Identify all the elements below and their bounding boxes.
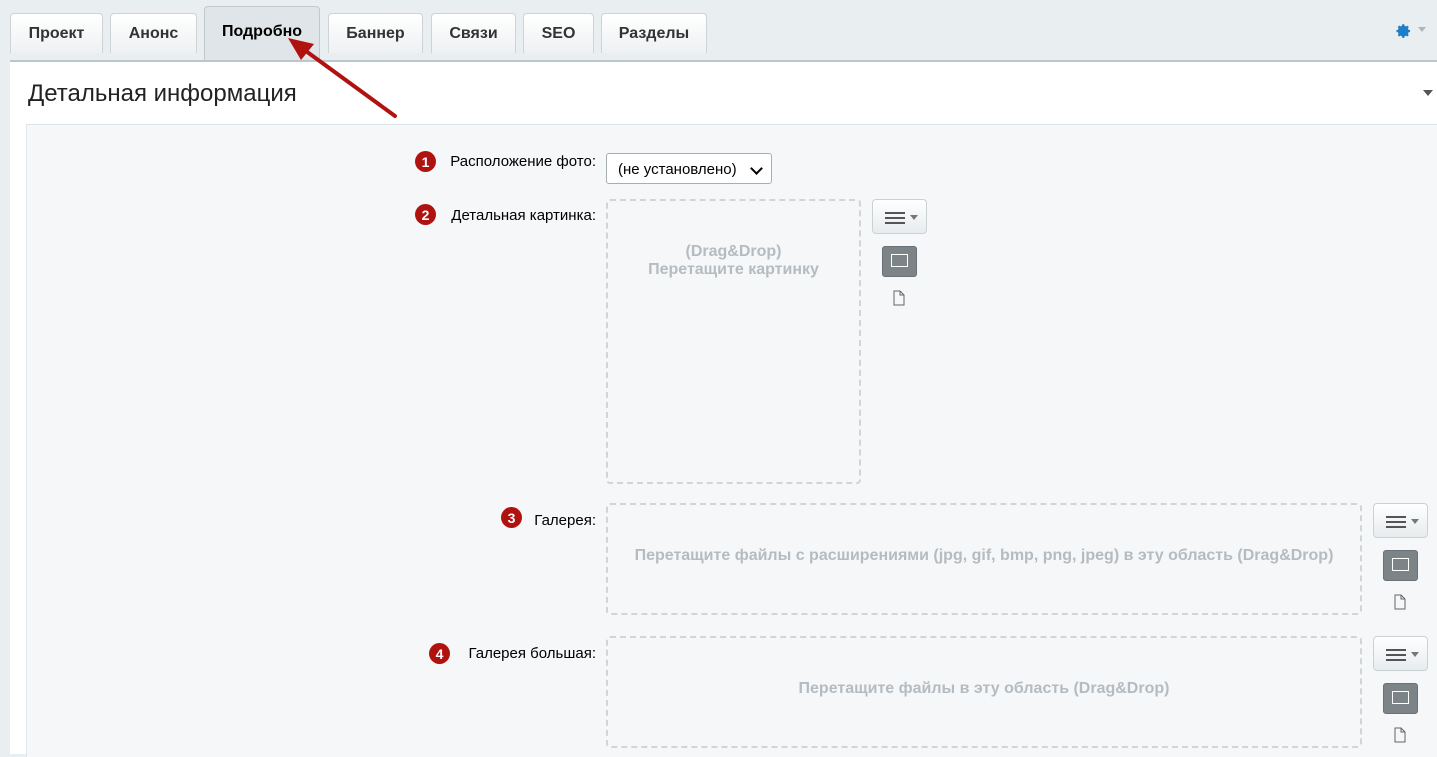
settings-caret-icon[interactable] [1418,27,1426,32]
collapse-caret-icon[interactable] [1423,90,1433,96]
dropzone-hint-text: Перетащите картинку [648,261,819,278]
annotation-marker-1: 1 [415,151,436,172]
gallery-label: Галерея: [534,512,596,529]
photo-position-label: Расположение фото: [450,153,596,170]
gallery-dropzone-text: Перетащите файлы с расширениями (jpg, gi… [634,547,1334,564]
menu-icon [1386,649,1406,664]
tab-bar: Проект Анонс Подробно Баннер Связи SEO Р… [0,0,1437,60]
gallery-big-dropzone[interactable]: Перетащите файлы в эту область (Drag&Dro… [606,636,1362,748]
detail-image-menu-button[interactable] [872,199,927,234]
tab-announce[interactable]: Анонс [110,13,197,53]
detail-image-gallery-button[interactable] [882,246,917,277]
dropzone-dragdrop-text: (Drag&Drop) [685,243,782,260]
gallery-big-label: Галерея большая: [468,645,596,662]
caret-down-icon [1411,519,1419,524]
caret-down-icon [910,215,918,220]
gallery-big-menu-button[interactable] [1373,636,1428,671]
gear-icon[interactable] [1394,22,1412,40]
tab-links[interactable]: Связи [431,13,516,53]
caret-down-icon [1411,652,1419,657]
menu-icon [1386,516,1406,531]
file-icon[interactable] [1394,727,1406,743]
annotation-arrow-icon [288,38,397,118]
annotation-marker-4: 4 [429,643,450,664]
tab-project[interactable]: Проект [10,13,103,53]
detail-image-dropzone[interactable]: (Drag&Drop) Перетащите картинку [606,199,861,484]
gallery-menu-button[interactable] [1373,503,1428,538]
detail-image-label: Детальная картинка: [451,207,596,224]
gallery-dropzone[interactable]: Перетащите файлы с расширениями (jpg, gi… [606,503,1362,615]
photo-position-select[interactable]: (не установлено) [606,153,772,184]
annotation-marker-3: 3 [501,507,522,528]
menu-icon [885,212,905,227]
image-icon [891,254,908,267]
image-icon [1392,691,1409,704]
tab-seo[interactable]: SEO [523,13,594,53]
photo-position-value: (не установлено) [618,161,737,178]
file-icon[interactable] [1394,594,1406,610]
gallery-big-image-button[interactable] [1383,683,1418,714]
tab-sections[interactable]: Разделы [601,13,707,53]
file-icon[interactable] [893,290,905,306]
annotation-marker-2: 2 [415,204,436,225]
image-icon [1392,558,1409,571]
gallery-big-dropzone-text: Перетащите файлы в эту область (Drag&Dro… [798,680,1170,697]
chevron-down-icon [750,162,763,175]
section-title: Детальная информация [28,80,297,107]
gallery-image-button[interactable] [1383,550,1418,581]
